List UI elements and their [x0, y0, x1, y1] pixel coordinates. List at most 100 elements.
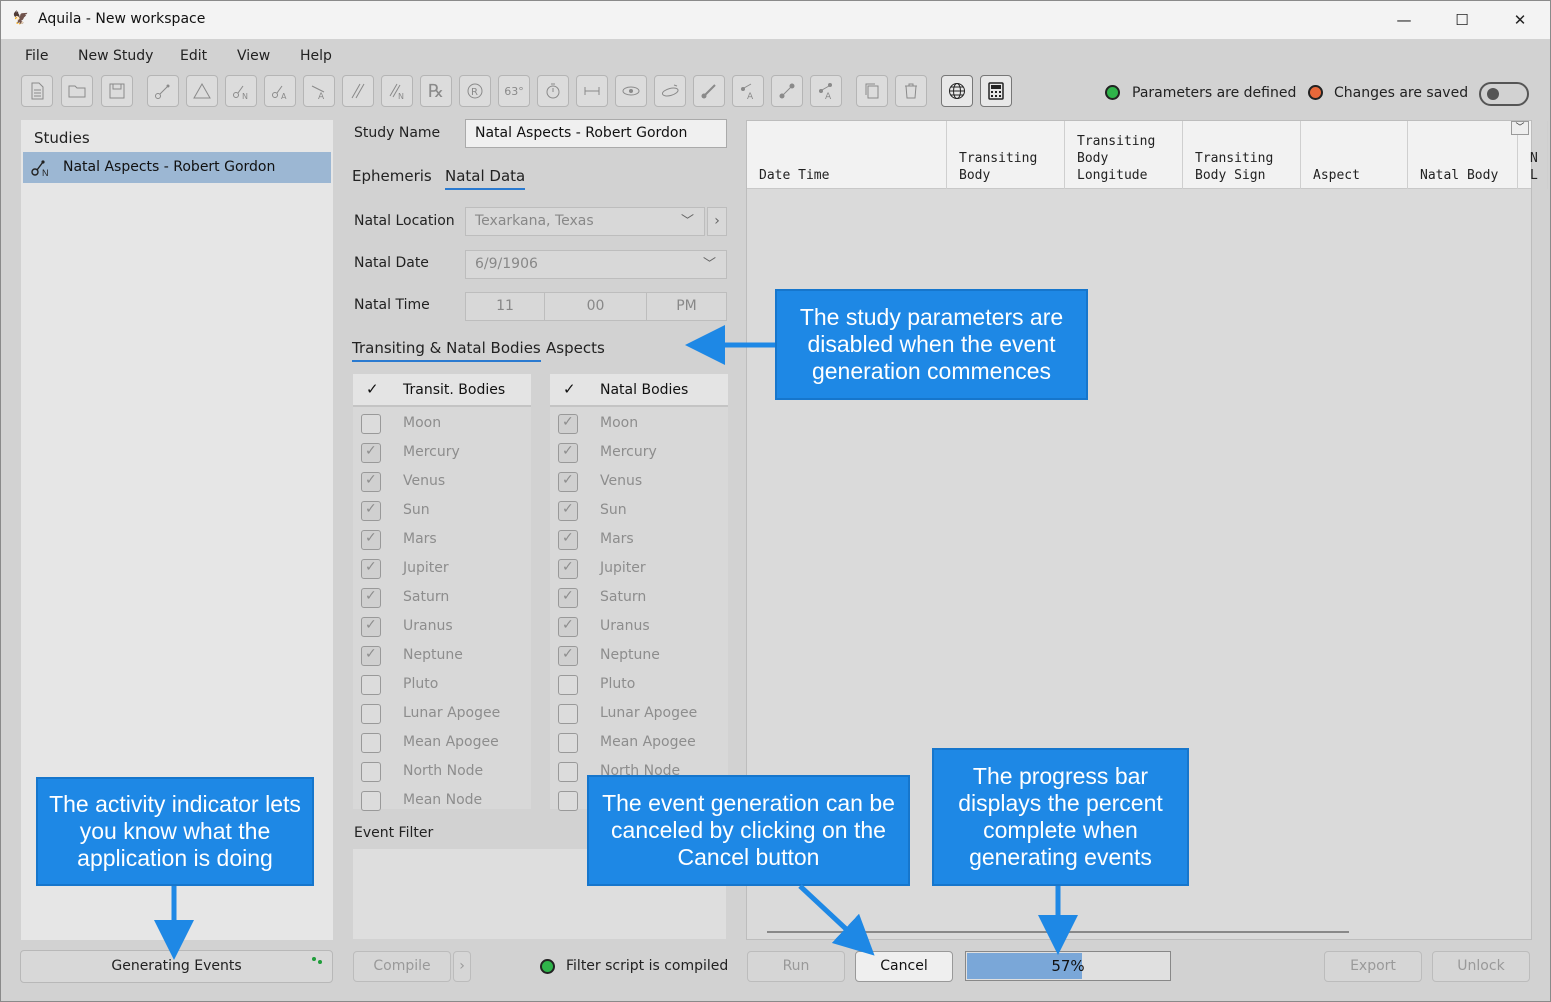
link-aspect-icon[interactable]: A: [810, 75, 842, 107]
checkbox-unchecked[interactable]: [558, 733, 578, 753]
column-aspect[interactable]: Aspect: [1301, 121, 1408, 189]
body-checkbox-row[interactable]: Jupiter: [550, 555, 728, 584]
checkbox-checked[interactable]: [558, 472, 578, 492]
globe-icon[interactable]: [941, 75, 973, 107]
menu-view[interactable]: View: [237, 48, 270, 64]
span-icon[interactable]: [576, 75, 608, 107]
natal-date-picker[interactable]: 6/9/1906 ﹀: [465, 250, 727, 279]
conjunction-icon[interactable]: [147, 75, 179, 107]
compile-options-chevron-icon[interactable]: ›: [453, 951, 471, 982]
column-transiting-body-sign[interactable]: Transiting Body Sign: [1183, 121, 1301, 189]
checkbox-unchecked[interactable]: [558, 762, 578, 782]
tab-natal-data[interactable]: Natal Data: [445, 167, 526, 190]
body-checkbox-row[interactable]: Venus: [550, 468, 728, 497]
body-checkbox-row[interactable]: Mean Node: [353, 787, 531, 816]
body-checkbox-row[interactable]: North Node: [353, 758, 531, 787]
column-transiting-body-longitude[interactable]: Transiting Body Longitude: [1065, 121, 1183, 189]
column-natal-body[interactable]: Natal Body: [1408, 121, 1518, 189]
checkbox-unchecked[interactable]: [361, 791, 381, 811]
run-button[interactable]: Run: [747, 951, 845, 982]
close-button[interactable]: ✕: [1491, 1, 1549, 39]
save-icon[interactable]: [101, 75, 133, 107]
checkbox-checked[interactable]: [558, 443, 578, 463]
tab-aspects[interactable]: Aspects: [546, 339, 605, 357]
degree-icon[interactable]: 63°: [498, 75, 530, 107]
body-checkbox-row[interactable]: Mean Apogee: [353, 729, 531, 758]
tab-transiting-natal-bodies[interactable]: Transiting & Natal Bodies: [352, 339, 541, 362]
body-checkbox-row[interactable]: Lunar Apogee: [550, 700, 728, 729]
checkbox-checked[interactable]: [361, 443, 381, 463]
checkbox-checked[interactable]: [361, 559, 381, 579]
checkbox-unchecked[interactable]: [361, 762, 381, 782]
body-checkbox-row[interactable]: Sun: [353, 497, 531, 526]
menu-new-study[interactable]: New Study: [78, 48, 153, 64]
checkbox-checked[interactable]: [558, 559, 578, 579]
needle-icon[interactable]: [693, 75, 725, 107]
checkbox-checked[interactable]: [558, 588, 578, 608]
horizontal-scrollbar[interactable]: [767, 931, 1349, 933]
natal-time-hour[interactable]: 11: [465, 292, 545, 321]
ring-icon[interactable]: [615, 75, 647, 107]
calculator-icon[interactable]: [980, 75, 1012, 107]
checkbox-unchecked[interactable]: [361, 704, 381, 724]
body-checkbox-row[interactable]: Mercury: [550, 439, 728, 468]
check-all-icon[interactable]: ✓: [366, 380, 379, 398]
body-checkbox-row[interactable]: Lunar Apogee: [353, 700, 531, 729]
open-folder-icon[interactable]: [61, 75, 93, 107]
minimize-button[interactable]: —: [1375, 1, 1433, 39]
checkbox-checked[interactable]: [558, 617, 578, 637]
checkbox-unchecked[interactable]: [361, 733, 381, 753]
body-checkbox-row[interactable]: Moon: [550, 410, 728, 439]
body-checkbox-row[interactable]: Moon: [353, 410, 531, 439]
checkbox-unchecked[interactable]: [361, 414, 381, 434]
body-checkbox-row[interactable]: Pluto: [353, 671, 531, 700]
body-checkbox-row[interactable]: Sun: [550, 497, 728, 526]
checkbox-unchecked[interactable]: [558, 791, 578, 811]
checkbox-checked[interactable]: [558, 530, 578, 550]
asteroid-icon[interactable]: A: [264, 75, 296, 107]
retrograde-icon[interactable]: ℞: [420, 75, 452, 107]
body-checkbox-row[interactable]: Mars: [550, 526, 728, 555]
natal-location-select[interactable]: Texarkana, Texas ﹀: [465, 207, 705, 236]
orbit-icon[interactable]: [654, 75, 686, 107]
checkbox-checked[interactable]: [361, 501, 381, 521]
body-checkbox-row[interactable]: Mean Apogee: [550, 729, 728, 758]
study-list-item[interactable]: N Natal Aspects - Robert Gordon: [23, 152, 331, 183]
body-checkbox-row[interactable]: Neptune: [550, 642, 728, 671]
export-button[interactable]: Export: [1324, 951, 1422, 982]
natal-time-ampm[interactable]: PM: [646, 292, 727, 321]
checkbox-checked[interactable]: [558, 414, 578, 434]
triangle-icon[interactable]: [186, 75, 218, 107]
compile-button[interactable]: Compile: [353, 951, 451, 982]
column-transiting-body[interactable]: Transiting Body: [947, 121, 1065, 189]
column-chooser-chevron-icon[interactable]: ﹀: [1511, 121, 1529, 135]
checkbox-unchecked[interactable]: [558, 704, 578, 724]
chevron-right-icon[interactable]: ›: [707, 207, 727, 236]
body-checkbox-row[interactable]: Mars: [353, 526, 531, 555]
body-checkbox-row[interactable]: Saturn: [550, 584, 728, 613]
rx-circle-icon[interactable]: R: [459, 75, 491, 107]
checkbox-checked[interactable]: [558, 646, 578, 666]
checkbox-unchecked[interactable]: [361, 675, 381, 695]
link-icon[interactable]: [771, 75, 803, 107]
unlock-button[interactable]: Unlock: [1432, 951, 1530, 982]
body-checkbox-row[interactable]: Venus: [353, 468, 531, 497]
checkbox-checked[interactable]: [361, 617, 381, 637]
body-checkbox-row[interactable]: Pluto: [550, 671, 728, 700]
parallel-node-icon[interactable]: N: [381, 75, 413, 107]
check-all-icon[interactable]: ✓: [563, 380, 576, 398]
menu-file[interactable]: File: [25, 48, 48, 64]
body-checkbox-row[interactable]: Jupiter: [353, 555, 531, 584]
node-icon[interactable]: N: [225, 75, 257, 107]
body-checkbox-row[interactable]: Saturn: [353, 584, 531, 613]
maximize-button[interactable]: ☐: [1433, 1, 1491, 39]
natal-time-minute[interactable]: 00: [544, 292, 647, 321]
body-checkbox-row[interactable]: Uranus: [550, 613, 728, 642]
new-file-icon[interactable]: [21, 75, 53, 107]
body-checkbox-row[interactable]: Neptune: [353, 642, 531, 671]
timer-icon[interactable]: [537, 75, 569, 107]
menu-edit[interactable]: Edit: [180, 48, 207, 64]
tab-ephemeris[interactable]: Ephemeris: [352, 167, 432, 185]
checkbox-checked[interactable]: [558, 501, 578, 521]
parallel-icon[interactable]: [342, 75, 374, 107]
